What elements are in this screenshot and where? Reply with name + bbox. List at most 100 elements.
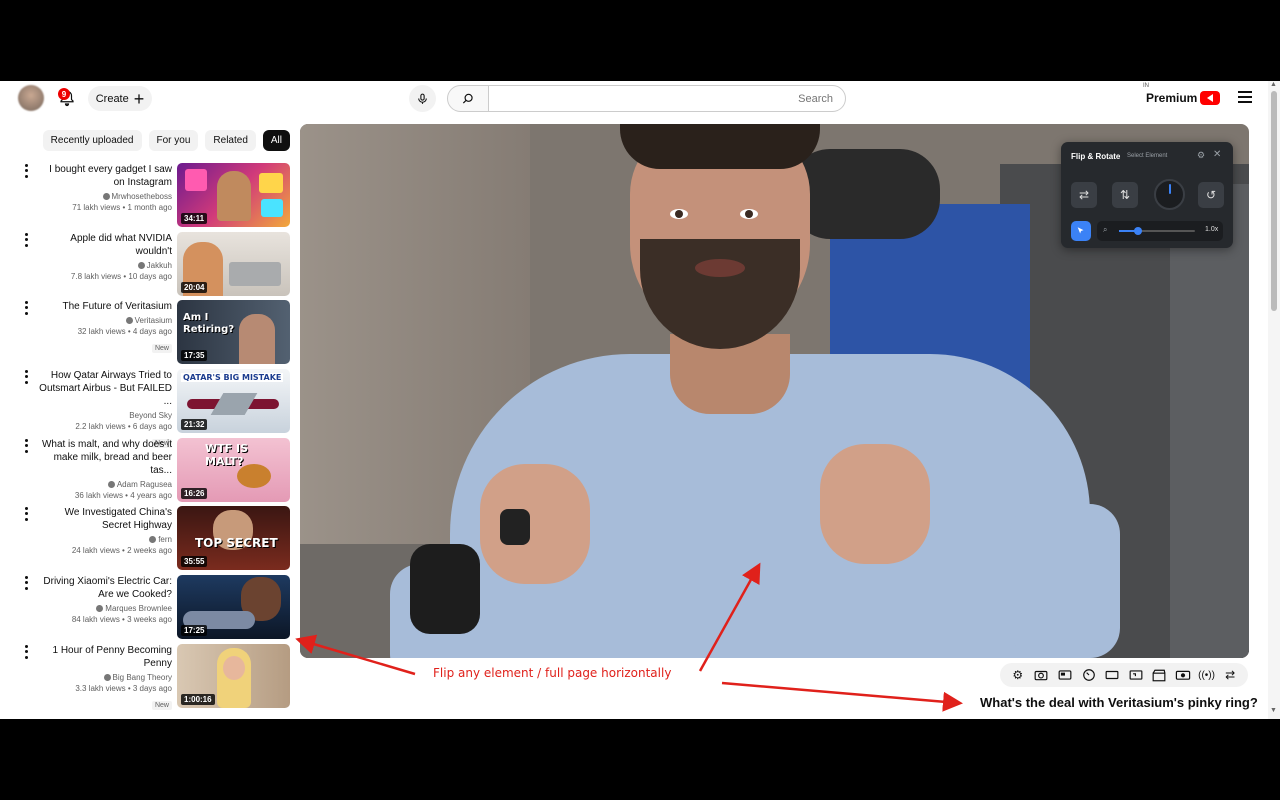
video-title-heading: What's the deal with Veritasium's pinky … [980, 695, 1258, 710]
video-meta: 24 lakh views • 2 weeks ago [71, 546, 172, 555]
video-thumbnail[interactable]: 34:11 [177, 163, 290, 227]
rotation-dial[interactable] [1154, 179, 1185, 210]
search-button[interactable] [447, 85, 489, 112]
list-item[interactable]: I bought every gadget I saw on Instagram… [14, 163, 290, 227]
chip-recently-uploaded[interactable]: Recently uploaded [42, 130, 142, 151]
search-input[interactable] [488, 85, 846, 112]
theater-mode-icon[interactable] [1104, 667, 1120, 683]
more-options-icon[interactable] [22, 369, 30, 385]
channel-name[interactable]: Beyond Sky [38, 411, 172, 421]
more-options-icon[interactable] [22, 575, 30, 591]
verified-check-icon [107, 481, 115, 489]
more-options-icon[interactable] [22, 232, 30, 248]
chip-related[interactable]: Related [205, 130, 256, 151]
verified-check-icon [102, 193, 110, 201]
video-duration: 17:25 [181, 625, 208, 636]
zoom-knob[interactable] [1134, 227, 1142, 235]
video-thumbnail[interactable]: 1:00:16 [177, 644, 290, 708]
speed-gauge-icon[interactable] [1081, 667, 1097, 683]
new-badge: New [151, 344, 172, 353]
youtube-premium-logo[interactable]: IN Premium [1143, 83, 1221, 107]
list-item[interactable]: Apple did what NVIDIA wouldn't Jakkuh 7.… [14, 232, 290, 296]
video-info: I bought every gadget I saw on Instagram… [38, 163, 172, 213]
picture-in-picture-icon[interactable] [1057, 667, 1073, 683]
video-meta: 2.2 lakh views • 6 days ago [75, 422, 172, 431]
list-item[interactable]: How Qatar Airways Tried to Outsmart Airb… [14, 369, 290, 448]
video-info: The Future of Veritasium Veritasium 32 l… [38, 300, 172, 355]
list-item[interactable]: 1 Hour of Penny Becoming Penny Big Bang … [14, 644, 290, 710]
channel-name[interactable]: Veritasium [38, 316, 172, 326]
verified-check-icon [103, 674, 111, 682]
thumbnail-caption: Am I Retiring? [183, 312, 235, 335]
video-thumbnail[interactable]: TOP SECRET 35:55 [177, 506, 290, 570]
channel-name[interactable]: Jakkuh [38, 261, 172, 271]
fullscreen-expand-icon[interactable] [1128, 667, 1144, 683]
video-title[interactable]: 1 Hour of Penny Becoming Penny [38, 644, 172, 670]
video-thumbnail[interactable]: Am I Retiring? 17:35 [177, 300, 290, 364]
list-item[interactable]: We Investigated China's Secret Highway f… [14, 506, 290, 570]
filter-chips: All Related For you Recently uploaded [42, 130, 290, 151]
panel-subtitle: Select Element [1127, 153, 1168, 159]
list-item[interactable]: What is malt, and why does it make milk,… [14, 438, 290, 502]
video-duration: 1:00:16 [181, 694, 215, 705]
video-meta: 7.8 lakh views • 10 days ago [70, 272, 172, 281]
video-title[interactable]: What is malt, and why does it make milk,… [38, 438, 172, 477]
scroll-up-arrow-icon[interactable]: ▲ [1270, 81, 1277, 88]
settings-icon[interactable]: ⚙ [1010, 667, 1026, 683]
more-options-icon[interactable] [22, 506, 30, 522]
scrollbar-thumb[interactable] [1271, 91, 1277, 311]
channel-name[interactable]: Mrwhosetheboss [38, 192, 172, 202]
avatar[interactable] [18, 85, 44, 111]
audio-waves-icon[interactable]: ((•)) [1198, 667, 1215, 683]
close-icon[interactable]: ✕ [1213, 149, 1221, 160]
channel-name[interactable]: Adam Ragusea [38, 480, 172, 490]
video-title[interactable]: The Future of Veritasium [38, 300, 173, 313]
loop-camera-icon[interactable] [1175, 667, 1191, 683]
search-icon [462, 93, 473, 103]
zoom-value: 1.0x [1205, 226, 1219, 233]
video-title[interactable]: We Investigated China's Secret Highway [38, 506, 172, 532]
cursor-arrow-icon [1077, 227, 1084, 234]
video-title[interactable]: I bought every gadget I saw on Instagram [38, 163, 172, 189]
more-options-icon[interactable] [22, 163, 30, 179]
video-duration: 35:55 [181, 556, 208, 567]
play-logo-icon [1200, 91, 1221, 105]
hamburger-menu-icon[interactable] [1238, 91, 1252, 103]
video-title[interactable]: Driving Xiaomi's Electric Car: Are we Co… [38, 575, 172, 601]
chip-for-you[interactable]: For you [148, 130, 199, 151]
video-title[interactable]: How Qatar Airways Tried to Outsmart Airb… [38, 369, 172, 408]
swap-vertical-icon: ⇅ [1119, 188, 1131, 202]
video-thumbnail[interactable]: QATAR'S BIG MISTAKE 21:32 [177, 369, 290, 433]
video-thumbnail[interactable]: WTF IS MALT? 16:26 [177, 438, 290, 502]
zoom-track[interactable] [1119, 227, 1195, 235]
video-title[interactable]: Apple did what NVIDIA wouldn't [38, 232, 172, 258]
chip-all[interactable]: All [262, 130, 290, 151]
more-options-icon[interactable] [22, 644, 30, 660]
scroll-down-arrow-icon[interactable]: ▼ [1270, 707, 1277, 714]
video-info: Driving Xiaomi's Electric Car: Are we Co… [38, 575, 172, 625]
flip-horizontal-button[interactable]: ⇄ [1071, 182, 1097, 208]
gear-icon[interactable]: ⚙ [1197, 150, 1205, 161]
flip-vertical-button[interactable]: ⇅ [1112, 182, 1138, 208]
clapperboard-icon[interactable] [1151, 667, 1167, 683]
channel-name[interactable]: Big Bang Theory [38, 673, 172, 683]
flip-rotate-panel: Flip & Rotate Select Element ⚙ ✕ ⇄ ⇅ ↺ ⌕… [1061, 142, 1233, 248]
reset-rotation-button[interactable]: ↺ [1198, 182, 1224, 208]
repeat-icon[interactable]: ⇄ [1222, 667, 1238, 683]
more-options-icon[interactable] [22, 438, 30, 454]
video-thumbnail[interactable]: 17:25 [177, 575, 290, 639]
select-element-button[interactable] [1071, 221, 1091, 241]
video-thumbnail[interactable]: 20:04 [177, 232, 290, 296]
channel-name[interactable]: fern [38, 535, 172, 545]
masthead: 9 Create + IN Premium [0, 81, 1268, 115]
list-item[interactable]: Driving Xiaomi's Electric Car: Are we Co… [14, 575, 290, 639]
zoom-slider[interactable]: ⌕ 1.0x [1097, 221, 1223, 241]
screenshot-camera-icon[interactable] [1033, 667, 1049, 683]
list-item[interactable]: The Future of Veritasium Veritasium 32 l… [14, 300, 290, 364]
channel-name[interactable]: Marques Brownlee [38, 604, 172, 614]
page-scrollbar[interactable]: ▲ ▼ [1268, 81, 1280, 719]
create-button[interactable]: Create + [88, 86, 152, 111]
voice-search-button[interactable] [409, 85, 436, 112]
more-options-icon[interactable] [22, 300, 30, 316]
rotate-reset-icon: ↺ [1205, 188, 1217, 202]
